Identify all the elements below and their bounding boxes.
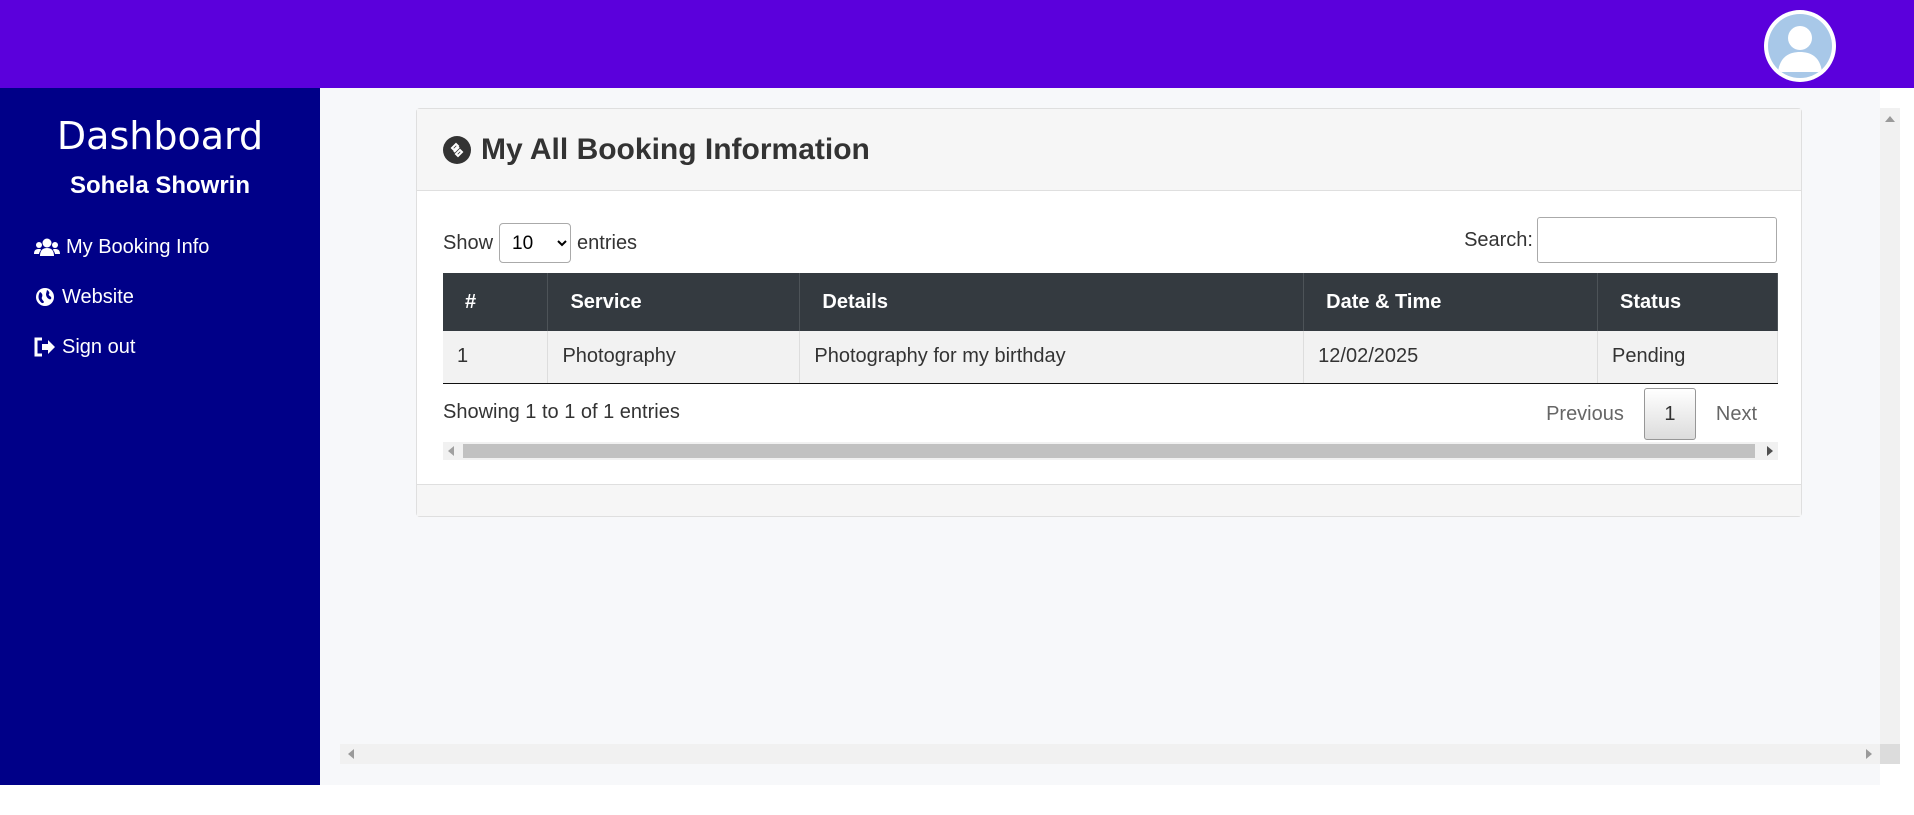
sidebar-item-website[interactable]: Website bbox=[34, 272, 320, 322]
table-controls: Show 10 entries Search: bbox=[443, 217, 1777, 263]
column-header-date-time[interactable]: Date & Time bbox=[1303, 273, 1599, 331]
sidebar-item-sign-out[interactable]: Sign out bbox=[34, 322, 320, 372]
card-footer bbox=[417, 484, 1801, 516]
booking-card: My All Booking Information Show 10 entri… bbox=[416, 108, 1802, 517]
table-header-row: # Service Details Date & Time Status bbox=[443, 273, 1778, 331]
previous-button[interactable]: Previous bbox=[1526, 388, 1644, 440]
page-vertical-scrollbar[interactable] bbox=[1880, 108, 1900, 764]
sidebar-title: Dashboard bbox=[56, 114, 264, 158]
user-avatar[interactable] bbox=[1764, 10, 1836, 82]
cell-service: Photography bbox=[547, 331, 801, 384]
scroll-right-arrow-icon[interactable] bbox=[1866, 749, 1872, 759]
booking-table: # Service Details Date & Time Status 1 P… bbox=[443, 273, 1778, 384]
sidebar-item-my-booking-info[interactable]: My Booking Info bbox=[34, 222, 320, 272]
sidebar-item-label: My Booking Info bbox=[66, 235, 210, 258]
show-label: Show bbox=[443, 231, 494, 254]
sidebar-user-name: Sohela Showrin bbox=[69, 172, 251, 199]
table-scrollbar-thumb[interactable] bbox=[463, 444, 1755, 458]
sidebar-item-label: Website bbox=[62, 285, 134, 308]
column-header-status[interactable]: Status bbox=[1597, 273, 1778, 331]
table-info: Showing 1 to 1 of 1 entries bbox=[443, 401, 680, 423]
cell-status: Pending bbox=[1597, 331, 1778, 384]
search-label: Search: bbox=[1464, 228, 1533, 251]
top-navbar bbox=[0, 0, 1914, 88]
column-header-number[interactable]: # bbox=[443, 273, 549, 331]
page-size-select[interactable]: 10 bbox=[499, 223, 572, 263]
search-control: Search: bbox=[1464, 217, 1777, 263]
connection-icon bbox=[443, 135, 471, 164]
column-header-service[interactable]: Service bbox=[547, 273, 801, 331]
search-input[interactable] bbox=[1537, 217, 1777, 263]
sidebar: Dashboard Sohela Showrin My Booking Info… bbox=[0, 88, 320, 785]
table-horizontal-scrollbar[interactable] bbox=[443, 442, 1778, 460]
pagination: Previous 1 Next bbox=[1526, 388, 1777, 440]
page-button-current[interactable]: 1 bbox=[1643, 388, 1696, 440]
cell-date-time: 12/02/2025 bbox=[1303, 331, 1599, 384]
user-avatar-icon bbox=[1768, 14, 1832, 78]
cell-number: 1 bbox=[443, 331, 549, 384]
sign-out-icon bbox=[34, 337, 55, 357]
page-size-control: Show 10 entries bbox=[443, 223, 637, 263]
table-row: 1 Photography Photography for my birthda… bbox=[443, 331, 1778, 384]
users-icon bbox=[34, 238, 60, 256]
scroll-left-arrow-icon[interactable] bbox=[348, 749, 354, 759]
scrollbar-corner bbox=[1880, 744, 1900, 764]
sidebar-nav: My Booking Info Website Sign out bbox=[0, 222, 320, 372]
next-button[interactable]: Next bbox=[1696, 388, 1777, 440]
page-horizontal-scrollbar[interactable] bbox=[340, 744, 1880, 764]
scroll-up-arrow-icon[interactable] bbox=[1885, 116, 1895, 122]
globe-icon bbox=[36, 288, 54, 306]
scroll-left-arrow-icon[interactable] bbox=[448, 446, 454, 456]
card-header: My All Booking Information bbox=[417, 109, 1801, 191]
entries-label: entries bbox=[577, 231, 638, 254]
scroll-right-arrow-icon[interactable] bbox=[1767, 446, 1773, 456]
cell-details: Photography for my birthday bbox=[799, 331, 1305, 384]
column-header-details[interactable]: Details bbox=[799, 273, 1305, 331]
sidebar-item-label: Sign out bbox=[62, 335, 136, 358]
card-title: My All Booking Information bbox=[481, 132, 870, 166]
